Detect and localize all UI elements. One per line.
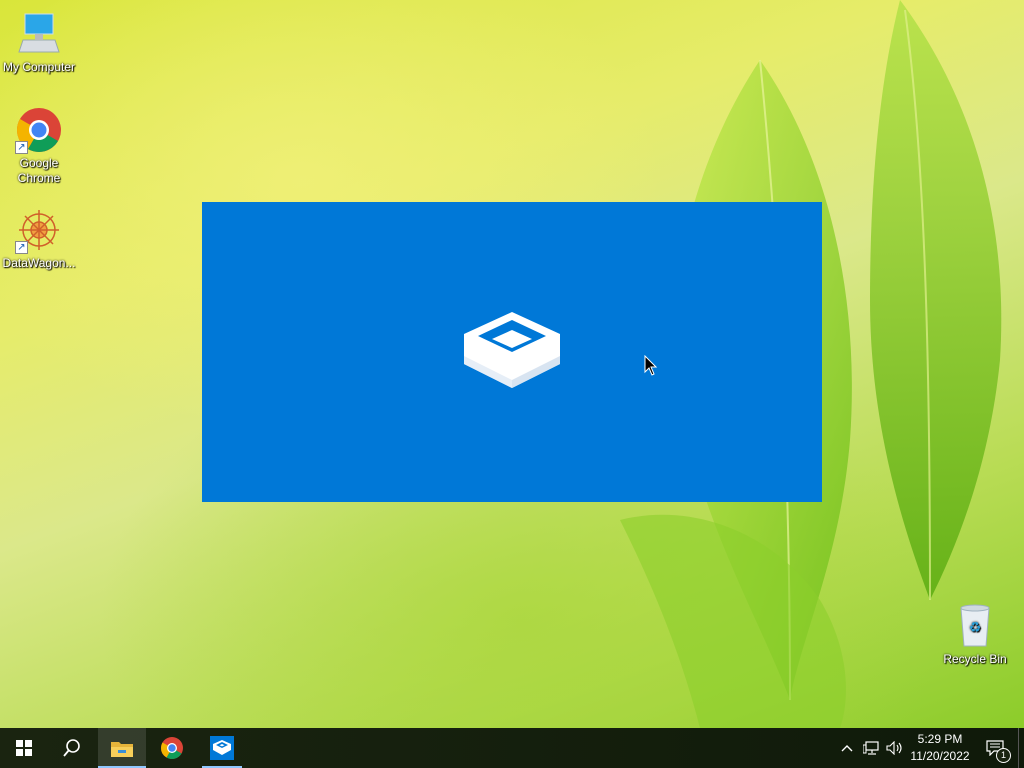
desktop-icon-recycle-bin[interactable]: ♻ Recycle Bin bbox=[936, 602, 1014, 667]
desktop-icon-datawagon[interactable]: ↗ DataWagon... bbox=[0, 206, 78, 271]
network-button[interactable] bbox=[860, 728, 882, 768]
clock-time: 5:29 PM bbox=[917, 732, 963, 746]
computer-icon bbox=[15, 10, 63, 58]
desktop-icon-google-chrome[interactable]: ↗ Google Chrome bbox=[0, 106, 78, 186]
taskbar-file-explorer[interactable] bbox=[98, 728, 146, 768]
recycle-bin-icon: ♻ bbox=[951, 602, 999, 650]
sandbox-box-icon bbox=[464, 312, 560, 388]
shortcut-arrow-icon: ↗ bbox=[15, 141, 28, 154]
action-center-button[interactable]: 1 bbox=[978, 728, 1012, 768]
chevron-up-icon bbox=[841, 745, 853, 752]
show-desktop-button[interactable] bbox=[1018, 728, 1024, 768]
taskbar-chrome[interactable] bbox=[148, 728, 196, 768]
start-button[interactable] bbox=[0, 728, 48, 768]
volume-icon bbox=[886, 741, 902, 755]
desktop-icon-label: DataWagon... bbox=[2, 256, 76, 270]
svg-text:♻: ♻ bbox=[969, 620, 982, 636]
sandbox-box-icon bbox=[210, 736, 234, 760]
datawagon-icon: ↗ bbox=[15, 206, 63, 254]
mouse-cursor-icon bbox=[644, 355, 658, 376]
desktop-icon-label: Google Chrome bbox=[17, 156, 61, 185]
volume-button[interactable] bbox=[884, 728, 906, 768]
windows-logo-icon bbox=[16, 740, 32, 756]
clock-date: 11/20/2022 bbox=[910, 749, 970, 763]
chrome-icon bbox=[161, 737, 183, 759]
network-icon bbox=[863, 741, 879, 755]
chrome-icon: ↗ bbox=[15, 106, 63, 154]
desktop-icon-label: My Computer bbox=[2, 60, 76, 74]
clock[interactable]: 5:29 PM 11/20/2022 bbox=[904, 731, 976, 765]
search-icon bbox=[63, 739, 80, 757]
windows-sandbox-splash-window[interactable] bbox=[202, 202, 822, 502]
search-button[interactable] bbox=[48, 728, 96, 768]
desktop-icon-my-computer[interactable]: My Computer bbox=[0, 10, 78, 75]
show-hidden-icons-button[interactable] bbox=[836, 728, 858, 768]
taskbar: 5:29 PM 11/20/2022 1 bbox=[0, 728, 1024, 768]
taskbar-windows-sandbox[interactable] bbox=[198, 728, 246, 768]
desktop-icon-label: Recycle Bin bbox=[943, 652, 1007, 666]
folder-icon bbox=[111, 742, 133, 757]
notification-count-badge: 1 bbox=[996, 748, 1011, 763]
shortcut-arrow-icon: ↗ bbox=[15, 241, 28, 254]
